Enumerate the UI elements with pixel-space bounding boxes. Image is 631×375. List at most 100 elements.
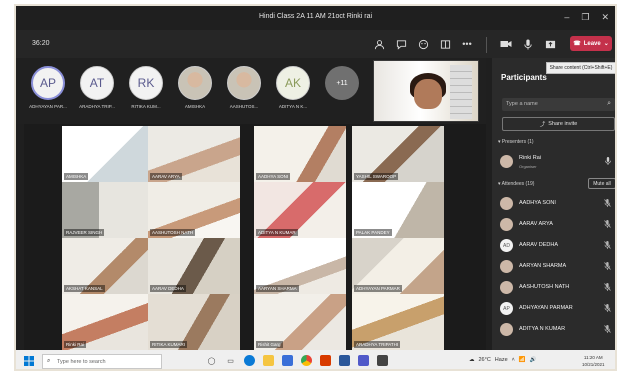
attendees-section[interactable]: ▾ Attendees (19): [498, 181, 534, 187]
presenters-section[interactable]: ▾ Presenters (1): [498, 139, 534, 145]
participant-video-tile[interactable]: AMISHKA: [62, 126, 154, 182]
attendee-row[interactable]: AARYAN SHARMA: [500, 258, 615, 276]
chrome-icon[interactable]: [301, 355, 312, 366]
weather-condition: Haze: [494, 357, 508, 363]
avatar: [500, 197, 513, 210]
strip-avatar-item[interactable]: AT ARADHYA TRIP...: [79, 66, 115, 109]
tile-participant-name: YASHIL SWAROOP: [354, 173, 399, 180]
participant-video-tile[interactable]: ADITYA N KUMAR: [254, 182, 346, 238]
share-invite-icon: ⤴: [539, 122, 546, 128]
mic-off-icon: [604, 199, 611, 209]
participant-video-tile[interactable]: Rinki Rai: [62, 294, 154, 350]
reactions-icon[interactable]: [416, 37, 430, 51]
attendee-name: ADHYAYAN PARMAR: [519, 305, 573, 311]
participant-video-tile[interactable]: RAJVEER SINGH: [62, 182, 154, 238]
participant-video-tile[interactable]: AARAV ARYA: [148, 126, 240, 182]
avatar: [500, 281, 513, 294]
maximize-icon[interactable]: ❐: [581, 12, 589, 23]
taskbar-clock[interactable]: 11:20 AM 10/21/2021: [582, 354, 605, 368]
close-icon[interactable]: ✕: [601, 12, 609, 23]
rooms-icon[interactable]: [438, 37, 452, 51]
edge-icon[interactable]: [244, 355, 255, 366]
weather-icon: ☁: [469, 357, 475, 363]
avatar: +11: [325, 66, 359, 100]
presenter-video-tile[interactable]: [373, 60, 479, 122]
participant-video-tile[interactable]: AASHUTOSH NATH: [148, 182, 240, 238]
windows-start-icon[interactable]: [24, 356, 34, 369]
attendee-name: AARAV DEDHA: [519, 242, 559, 248]
volume-icon[interactable]: 🔊: [530, 357, 537, 363]
attendee-row[interactable]: AADHYA SONI: [500, 195, 615, 213]
attendee-row[interactable]: AARAV ARYA: [500, 216, 615, 234]
participant-video-tile[interactable]: ADHYAYAN PARMAR: [352, 238, 444, 294]
tray-chevron-icon[interactable]: ˄: [512, 357, 515, 363]
mic-off-icon: [604, 283, 611, 293]
more-options-icon[interactable]: •••: [460, 37, 474, 51]
leave-button[interactable]: ☎ Leave ⌄: [570, 36, 612, 51]
strip-avatar-item[interactable]: AMISHKA: [177, 66, 213, 109]
task-switch-icon[interactable]: ▭: [225, 355, 236, 366]
chat-icon[interactable]: [394, 37, 408, 51]
minimize-icon[interactable]: –: [564, 12, 569, 23]
avatar: AD: [500, 239, 513, 252]
strip-avatar-item[interactable]: +11: [324, 66, 360, 109]
wall-chart: [450, 65, 472, 119]
organizer-row[interactable]: Rinki Rai Organiser: [500, 153, 615, 171]
participant-video-tile[interactable]: ARADHYA TRIPATHI: [352, 294, 444, 350]
tile-participant-name: AKSHAT KANSAL: [64, 285, 105, 292]
avatar-name: ADITYA N K...: [278, 104, 308, 109]
attendees-label: Attendees (19): [501, 181, 535, 187]
avatar: [500, 323, 513, 336]
avatar: AT: [80, 66, 114, 100]
app-icon[interactable]: [377, 355, 388, 366]
meeting-timer: 36:20: [32, 40, 50, 47]
participant-search-input[interactable]: Type a name ⌕: [502, 98, 615, 111]
attendee-row[interactable]: AASHUTOSH NATH: [500, 279, 615, 297]
chevron-down-icon[interactable]: ⌄: [604, 40, 609, 47]
tile-participant-name: PALAK PANDEY: [354, 229, 392, 236]
attendee-row[interactable]: AP ADHYAYAN PARMAR: [500, 300, 615, 318]
network-icon[interactable]: 📶: [519, 357, 526, 363]
strip-avatar-item[interactable]: AK ADITYA N K...: [275, 66, 311, 109]
participant-video-tile[interactable]: PALAK PANDEY: [352, 182, 444, 238]
participant-video-tile[interactable]: Rishit Garg: [254, 294, 346, 350]
microphone-icon[interactable]: [521, 37, 535, 51]
video-grid: AMISHKA AARAV ARYA AADHYA SONI YASHIL SWARO…: [24, 124, 486, 350]
file-explorer-icon[interactable]: [263, 355, 274, 366]
strip-avatar-item[interactable]: AASHUTOS...: [226, 66, 262, 109]
tile-participant-name: RAJVEER SINGH: [64, 229, 105, 236]
participant-video-tile[interactable]: AARYAN SHARMA: [254, 238, 346, 294]
participant-video-tile[interactable]: RITIKA KUMARI: [148, 294, 240, 350]
tile-participant-name: AARYAN SHARMA: [256, 285, 299, 292]
microphone-icon: [605, 157, 611, 167]
attendee-name: AARAV ARYA: [519, 221, 553, 227]
word-icon[interactable]: [339, 355, 350, 366]
panel-scrollbar[interactable]: [615, 138, 617, 198]
participant-video-tile[interactable]: AADHYA SONI: [254, 126, 346, 182]
office-icon[interactable]: [320, 355, 331, 366]
strip-avatar-item[interactable]: AP ADHYAYAN PAR...: [29, 66, 67, 109]
attendee-row[interactable]: AD AARAV DEDHA: [500, 237, 615, 255]
strip-avatar-item[interactable]: RK RITIKA KUM...: [128, 66, 164, 109]
avatar-name: ARADHYA TRIP...: [79, 104, 115, 109]
participant-video-tile[interactable]: YASHIL SWAROOP: [352, 126, 444, 182]
task-view-icon[interactable]: ◯: [206, 355, 217, 366]
participant-video-tile[interactable]: AKSHAT KANSAL: [62, 238, 154, 294]
share-invite-button[interactable]: ⤴ Share invite: [502, 117, 615, 131]
people-icon[interactable]: [372, 37, 386, 51]
store-icon[interactable]: [282, 355, 293, 366]
clock-time: 11:20 AM: [583, 355, 603, 360]
window-title: Hindi Class 2A 11 AM 21oct Rinki rai: [258, 13, 373, 20]
participants-panel: Participants Type a name ⌕ ⤴ Share invit…: [492, 58, 617, 350]
participant-video-tile[interactable]: AARAV DEDHA: [148, 238, 240, 294]
mute-all-button[interactable]: Mute all: [588, 178, 615, 189]
share-content-icon[interactable]: [543, 37, 557, 51]
camera-icon[interactable]: [499, 37, 513, 51]
taskbar-search-input[interactable]: ⌕ Type here to search: [42, 354, 162, 369]
attendee-row[interactable]: ADITYA N KUMAR: [500, 321, 615, 339]
tile-participant-name: Rinki Rai: [64, 341, 87, 348]
avatar: [178, 66, 212, 100]
search-placeholder: Type a name: [506, 101, 538, 107]
teams-icon[interactable]: [358, 355, 369, 366]
window-controls: – ❐ ✕: [564, 12, 609, 23]
